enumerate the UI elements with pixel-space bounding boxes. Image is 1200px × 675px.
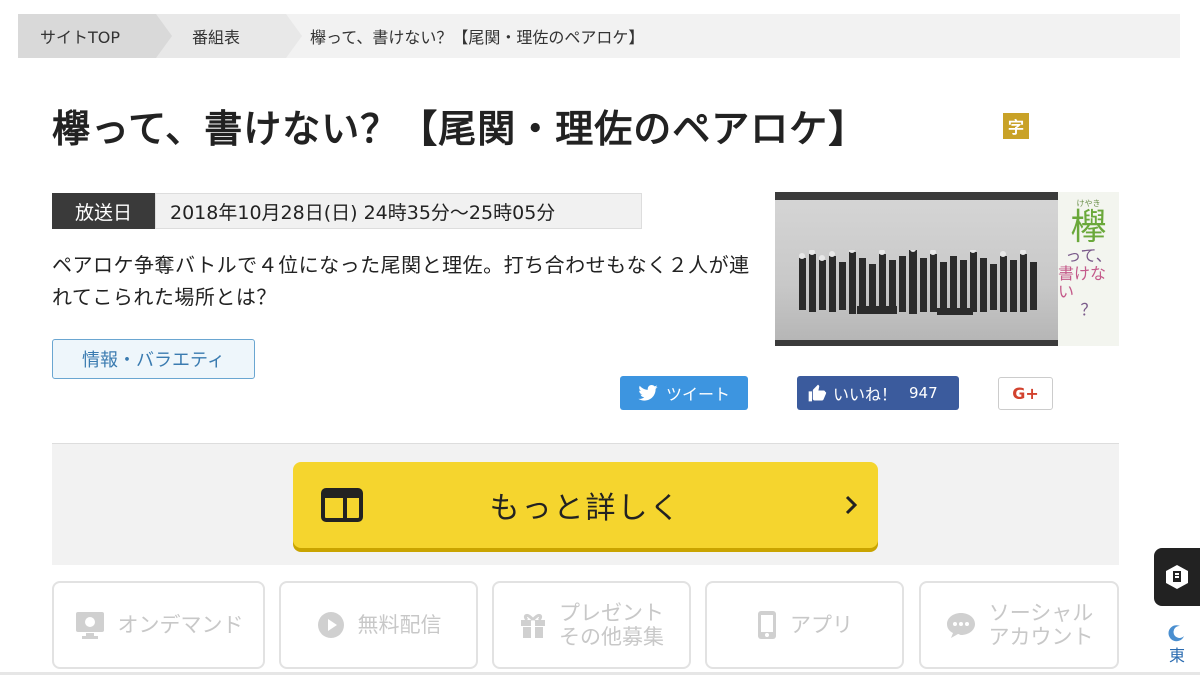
like-count: 947: [909, 384, 938, 402]
photo-border: [775, 340, 1058, 346]
thumbs-up-icon: [808, 384, 827, 402]
logo-line: 書けない: [1058, 264, 1107, 301]
breadcrumb: サイトTOP 番組表 欅って、書けない？【尾関・理佐のペアロケ】: [18, 14, 1180, 58]
tile-label: プレゼント その他募集: [559, 601, 664, 649]
breadcrumb-separator: [286, 14, 302, 58]
subtitle-badge: 字: [1003, 113, 1029, 139]
program-description: ペアロケ争奪バトルで４位になった尾関と理佐。打ち合わせもなく２人が連れてこられた…: [52, 253, 750, 309]
tile-free-streaming[interactable]: 無料配信: [279, 581, 478, 669]
twitter-bird-icon: [638, 385, 658, 401]
tile-social-account[interactable]: ソーシャル アカウント: [919, 581, 1119, 669]
breadcrumb-site-top[interactable]: サイトTOP: [18, 14, 172, 58]
monitor-icon: [75, 612, 104, 639]
breadcrumb-label: 欅って、書けない？【尾関・理佐のペアロケ】: [310, 28, 645, 47]
page-title: 欅って、書けない？【尾関・理佐のペアロケ】: [52, 107, 868, 151]
program-thumbnail: けやき 欅 って、 書けない ？: [775, 192, 1119, 346]
tile-label: 無料配信: [357, 613, 442, 637]
genre-tag[interactable]: 情報・バラエティ: [52, 339, 255, 379]
broadcast-label: 放送日: [52, 193, 155, 229]
breadcrumb-separator: [156, 14, 172, 58]
breadcrumb-label: サイトTOP: [40, 28, 121, 47]
show-logo: けやき 欅 って、 書けない ？: [1058, 192, 1119, 346]
tile-label: ソーシャル アカウント: [988, 601, 1094, 649]
google-plus-button[interactable]: G+: [998, 377, 1053, 410]
tweet-button[interactable]: ツイート: [620, 376, 748, 410]
side-floating-tab[interactable]: [1154, 548, 1200, 606]
breadcrumb-schedule[interactable]: 番組表: [156, 14, 302, 58]
photo-border: [775, 192, 1058, 200]
phone-icon: [758, 611, 776, 639]
more-details-label: もっと詳しく: [489, 491, 682, 526]
logo-main-kanji: 欅: [1070, 207, 1107, 248]
chat-bubble-icon: [946, 613, 975, 638]
broadcast-date: 放送日 2018年10月28日(日) 24時35分～25時05分: [52, 193, 642, 229]
logo-line: ？: [1080, 300, 1097, 319]
logo-line: って、: [1065, 246, 1112, 265]
breadcrumb-label: 番組表: [192, 28, 241, 47]
side-partial-text: 東: [1168, 646, 1185, 665]
side-weather-widget[interactable]: 東: [1154, 618, 1200, 675]
chevron-right-icon: [845, 495, 858, 515]
google-plus-icon: G+: [1012, 384, 1039, 403]
more-details-button[interactable]: もっと詳しく: [293, 462, 878, 548]
tweet-label: ツイート: [665, 385, 730, 404]
like-button[interactable]: いいね！ 947: [797, 376, 959, 410]
gift-icon: [521, 613, 545, 638]
breadcrumb-current: 欅って、書けない？【尾関・理佐のペアロケ】: [286, 14, 644, 58]
group-figures: [799, 250, 1037, 315]
tile-app[interactable]: アプリ: [705, 581, 904, 669]
moon-icon: [1168, 625, 1184, 642]
book-icon: [1166, 565, 1188, 589]
tile-present[interactable]: プレゼント その他募集: [492, 581, 691, 669]
broadcast-value: 2018年10月28日(日) 24時35分～25時05分: [155, 193, 642, 229]
replay-icon: [317, 612, 344, 638]
like-label: いいね！: [833, 385, 898, 404]
tile-on-demand[interactable]: オンデマンド: [52, 581, 265, 669]
group-photo: [775, 192, 1058, 346]
tile-label: オンデマンド: [117, 613, 244, 637]
tile-label: アプリ: [790, 613, 853, 637]
